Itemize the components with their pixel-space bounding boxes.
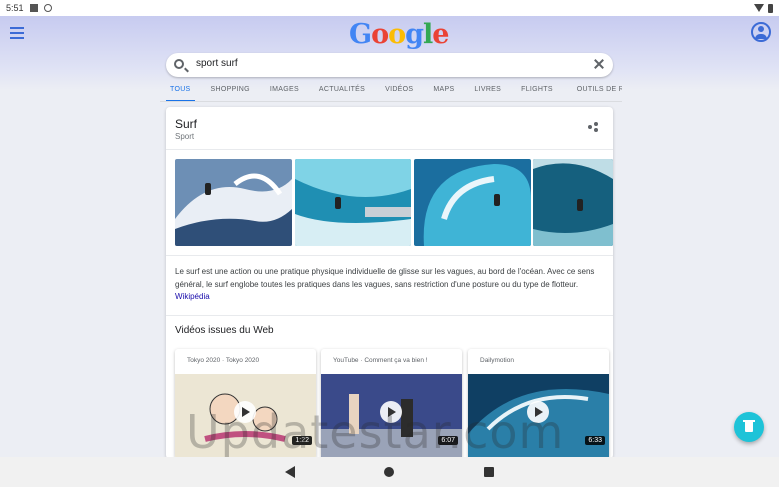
home-icon[interactable] (384, 467, 394, 477)
video-source: Dailymotion (480, 357, 514, 364)
knowledge-panel: Surf Sport Le surf est une action ou une… (166, 107, 613, 459)
surf-image-4[interactable] (533, 159, 613, 246)
video-duration: 1:22 (292, 436, 312, 445)
knowledge-panel-title: Surf (175, 117, 198, 131)
knowledge-panel-subtitle: Sport (175, 132, 195, 141)
battery-icon (768, 3, 773, 13)
google-logo[interactable]: Google (349, 19, 449, 50)
divider (166, 255, 613, 256)
status-time: 5:51 (6, 3, 24, 13)
search-tabs: TOUS SHOPPING IMAGES ACTUALITÉS VIDÉOS M… (160, 80, 622, 102)
share-icon[interactable] (588, 122, 598, 132)
video-card[interactable]: Dailymotion 6:33 (468, 349, 609, 459)
video-source: Tokyo 2020 · Tokyo 2020 (187, 357, 260, 364)
knowledge-panel-description: Le surf est une action ou une pratique p… (175, 266, 605, 304)
back-icon[interactable] (285, 466, 295, 478)
play-icon[interactable] (527, 401, 549, 423)
search-box[interactable]: sport surf (166, 53, 613, 77)
tab-all[interactable]: TOUS (160, 80, 201, 101)
account-icon[interactable] (751, 22, 771, 42)
recents-icon[interactable] (484, 467, 494, 477)
surf-image-1[interactable] (175, 159, 292, 246)
tab-videos[interactable]: VIDÉOS (375, 80, 423, 101)
wikipedia-link[interactable]: Wikipédia (175, 292, 210, 301)
navigation-bar (0, 457, 779, 487)
wifi-icon (754, 4, 764, 12)
tab-maps[interactable]: MAPS (423, 80, 464, 101)
divider (166, 149, 613, 150)
search-icon[interactable] (174, 59, 184, 69)
tab-books[interactable]: LIVRES (464, 80, 511, 101)
clear-icon[interactable] (593, 58, 605, 70)
search-input[interactable]: sport surf (196, 58, 238, 69)
videos-heading: Vidéos issues du Web (175, 325, 274, 336)
sync-icon (43, 4, 52, 12)
video-duration: 6:33 (585, 436, 605, 445)
play-icon[interactable] (234, 401, 256, 423)
video-card[interactable]: Tokyo 2020 · Tokyo 2020 1:22 (175, 349, 316, 459)
video-card[interactable]: YouTube · Comment ça va bien ! 6:07 (321, 349, 462, 459)
status-bar: 5:51 (0, 0, 779, 16)
tab-images[interactable]: IMAGES (260, 80, 309, 101)
description-text: Le surf est une action ou une pratique p… (175, 267, 595, 289)
menu-icon[interactable] (10, 27, 24, 39)
delete-icon[interactable] (734, 412, 764, 442)
tab-flights[interactable]: FLIGHTS (511, 80, 563, 101)
tab-shopping[interactable]: SHOPPING (201, 80, 260, 101)
video-source: YouTube · Comment ça va bien ! (333, 357, 428, 364)
surf-image-3[interactable] (414, 159, 531, 246)
tab-search-tools[interactable]: OUTILS DE RECHERCHE (567, 80, 622, 101)
play-icon[interactable] (380, 401, 402, 423)
tab-news[interactable]: ACTUALITÉS (309, 80, 375, 101)
divider (166, 315, 613, 316)
surf-image-2[interactable] (295, 159, 411, 246)
sim-card-icon (29, 4, 38, 12)
video-duration: 6:07 (438, 436, 458, 445)
